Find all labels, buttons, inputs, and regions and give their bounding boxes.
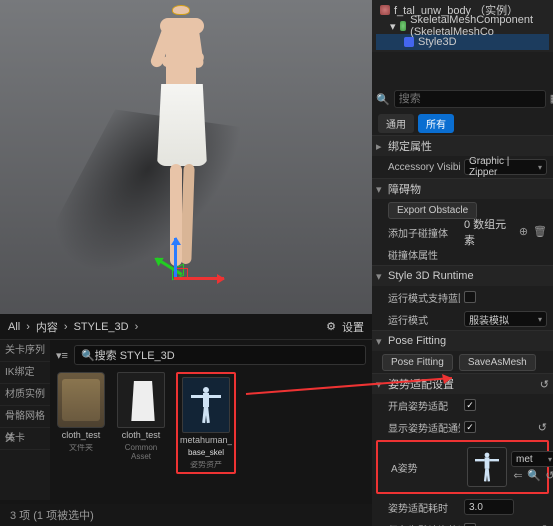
content-browser: All › 内容 › STYLE_3D › ⚙ 设置 关卡序列 IK绑定 材质实… <box>0 314 372 526</box>
crumb-style3d[interactable]: STYLE_3D <box>74 321 129 333</box>
viewport-3d[interactable] <box>0 0 372 314</box>
skeleton-thumb <box>182 377 230 433</box>
folder-icon <box>57 372 105 428</box>
browser-search-input[interactable]: 🔍 搜索 STYLE_3D <box>74 345 366 365</box>
section-bind-props[interactable]: ▸绑定属性 <box>372 136 553 156</box>
accessory-label: Accessory Visibility <box>388 162 460 173</box>
section-runtime[interactable]: ▾Style 3D Runtime <box>372 266 553 286</box>
search-icon: 🔍 <box>376 93 390 106</box>
accessory-dropdown[interactable]: Graphic | Zipper <box>464 159 547 175</box>
highlight-a-pose: A姿势 met ⇐ 🔍 ↺ <box>376 440 549 494</box>
trash-icon[interactable]: 🗑 <box>533 225 547 239</box>
filter-general-pill[interactable]: 通用 <box>378 114 414 133</box>
details-search-input[interactable] <box>394 90 546 108</box>
asset-metahuman-skel[interactable]: metahuman_... base_skel 姿势资产 <box>181 377 231 469</box>
array-count: 0 数组元素 <box>464 216 514 248</box>
details-panel: f_tal_unw_body （实例） ▾SkeletalMeshCompone… <box>372 0 553 526</box>
outliner-skelmesh-comp[interactable]: ▾SkeletalMeshComponent (SkeletalMeshCo <box>376 18 549 34</box>
add-icon[interactable]: ⊕ <box>517 225 530 239</box>
runmode-dropdown[interactable]: 服装模拟 <box>464 311 547 327</box>
section-pose-fitting[interactable]: ▾Pose Fitting <box>372 331 553 351</box>
show-notify-checkbox[interactable] <box>464 421 476 433</box>
filter-sidebar: 关卡序列 IK绑定 材质实例 骨骼网格体 关卡 <box>0 340 50 500</box>
reset-icon[interactable]: ↺ <box>540 378 549 391</box>
browse-icon[interactable]: 🔍 <box>527 469 541 483</box>
filter-level[interactable]: 关卡 <box>0 428 50 450</box>
style3d-icon <box>404 37 414 47</box>
filter-skelmesh[interactable]: 骨骼网格体 <box>0 406 50 428</box>
reset-icon[interactable]: ↺ <box>538 421 547 434</box>
browser-status: 3 项 (1 项被选中) <box>0 504 372 526</box>
rest-time-field[interactable]: 3.0 <box>464 499 514 515</box>
filter-icon[interactable]: ▾≡ <box>56 349 68 362</box>
use-selected-icon[interactable]: ⇐ <box>511 469 525 483</box>
component-outliner: f_tal_unw_body （实例） ▾SkeletalMeshCompone… <box>372 0 553 52</box>
a-pose-asset-picker[interactable] <box>467 447 507 487</box>
asset-clothtest[interactable]: cloth_test Common Asset <box>116 372 166 474</box>
section-obstacle[interactable]: ▾障碍物 <box>372 179 553 199</box>
asset-folder-clothtest[interactable]: cloth_test 文件夹 <box>56 372 106 474</box>
filter-level-seq[interactable]: 关卡序列 <box>0 340 50 362</box>
section-pose-config[interactable]: ▾姿势适配设置↺ <box>372 374 553 394</box>
a-pose-dropdown[interactable]: met <box>511 451 553 467</box>
filter-all-pill[interactable]: 所有 <box>418 114 454 133</box>
enable-pose-checkbox[interactable] <box>464 399 476 411</box>
browser-settings-label[interactable]: 设置 <box>342 319 364 335</box>
cloth-thumb <box>117 372 165 428</box>
component-icon <box>400 21 407 31</box>
reset-icon[interactable]: ↺ <box>543 469 553 483</box>
gear-icon[interactable]: ⚙ <box>326 320 336 333</box>
actor-icon <box>380 5 390 15</box>
blueprint-mod-checkbox[interactable] <box>464 291 476 303</box>
reset-icon[interactable]: ↺ <box>538 523 547 526</box>
breadcrumb: All › 内容 › STYLE_3D › ⚙ 设置 <box>0 314 372 340</box>
filter-ik[interactable]: IK绑定 <box>0 362 50 384</box>
pose-fitting-button[interactable]: Pose Fitting <box>382 354 453 371</box>
transform-gizmo[interactable] <box>166 228 226 288</box>
save-as-mesh-button[interactable]: SaveAsMesh <box>459 354 536 371</box>
crumb-content[interactable]: 内容 <box>36 319 58 335</box>
filter-matinst[interactable]: 材质实例 <box>0 384 50 406</box>
crumb-all[interactable]: All <box>8 321 20 333</box>
highlight-asset: metahuman_... base_skel 姿势资产 <box>176 372 236 474</box>
